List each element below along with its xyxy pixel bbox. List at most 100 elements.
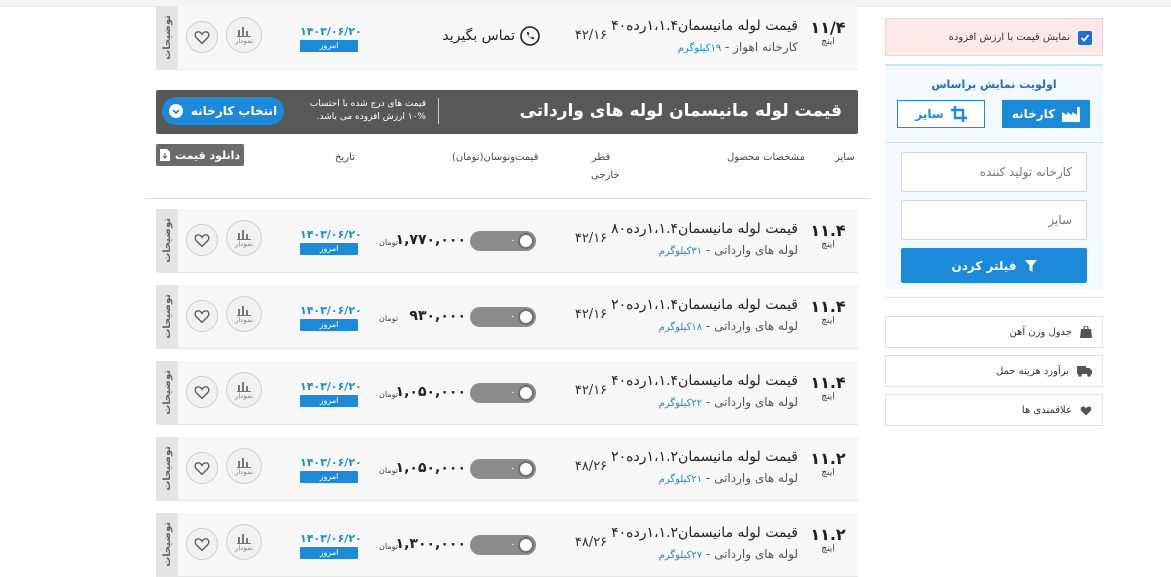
sort-by-factory-button[interactable]: کارخانه <box>1002 100 1090 128</box>
table-row: توضیحات نمودار ۱۴۰۳/۰۶/۲۰ امروز تومان ۹۳… <box>156 285 858 349</box>
favorite-button[interactable] <box>186 452 218 484</box>
col-date: تاریخ <box>335 152 355 163</box>
favorite-button[interactable] <box>186 21 218 53</box>
price-change-toggle[interactable]: ۰ <box>470 307 536 327</box>
toggle-knob <box>518 233 534 249</box>
product-size: ۱۱/۴ اینچ <box>810 18 846 47</box>
shipping-estimate-link[interactable]: برآورد هزینه حمل <box>885 355 1103 387</box>
chart-button[interactable]: نمودار <box>226 524 262 560</box>
chart-label: نمودار <box>234 544 254 552</box>
chart-label: نمودار <box>234 240 254 248</box>
price-date: ۱۴۰۳/۰۶/۲۰ <box>300 380 362 393</box>
check-icon <box>1080 34 1090 42</box>
chart-label: نمودار <box>234 37 254 45</box>
table-row: توضیحات نمودار ۱۴۰۳/۰۶/۲۰ امروز تومان ۱,… <box>156 437 858 501</box>
product-name[interactable]: قیمت لوله مانیسمان۱،۱.۴رده۴۰ <box>611 373 798 389</box>
price-change: ۰ <box>510 539 516 550</box>
product-name[interactable]: قیمت لوله مانیسمان۱،۱.۲رده۲۰ <box>611 449 798 465</box>
heart-icon <box>194 462 210 475</box>
select-factory-button[interactable]: انتخاب کارخانه <box>162 97 284 125</box>
product-subtitle: لوله های وارداتی - ۲۲کیلوگرم <box>658 395 798 409</box>
chart-button[interactable]: نمودار <box>226 448 262 484</box>
table-row: توضیحات نمودار ۱۴۰۳/۰۶/۲۰ امروز تماس بگی… <box>156 6 858 70</box>
favorites-link[interactable]: علاقمندی ها <box>885 394 1103 426</box>
filter-icon <box>1024 259 1037 272</box>
chart-button[interactable]: نمودار <box>226 17 262 53</box>
today-badge: امروز <box>300 547 358 559</box>
factory-name: لوله های وارداتی <box>714 395 798 409</box>
price-value: ۱,۷۷۰,۰۰۰ <box>395 232 466 248</box>
description-tab[interactable]: توضیحات <box>156 513 178 576</box>
chart-button[interactable]: نمودار <box>226 372 262 408</box>
download-file-icon <box>159 149 170 161</box>
favorite-button[interactable] <box>186 224 218 256</box>
today-badge: امروز <box>300 319 358 331</box>
description-tab[interactable]: توضیحات <box>156 437 178 500</box>
bar-chart-icon <box>237 534 251 544</box>
price-change: ۰ <box>510 235 516 246</box>
price-change: ۰ <box>510 463 516 474</box>
price-change: ۰ <box>510 311 516 322</box>
price-change-toggle[interactable]: ۰ <box>470 231 536 251</box>
vat-option[interactable]: نمایش قیمت با ارزش افزوده <box>885 18 1103 56</box>
factory-name: کارخانه اهواز <box>733 40 798 54</box>
product-weight: ۲۱کیلوگرم <box>658 474 703 485</box>
product-name[interactable]: قیمت لوله مانیسمان۱،۱.۴رده۴۰ <box>611 18 798 34</box>
filter-button[interactable]: فیلتر کردن <box>901 248 1087 283</box>
product-subtitle: لوله های وارداتی - ۲۱کیلوگرم <box>658 471 798 485</box>
favorite-button[interactable] <box>186 528 218 560</box>
product-size: ۱۱.۲ اینچ <box>810 525 846 554</box>
favorite-button[interactable] <box>186 300 218 332</box>
divider <box>885 142 1103 143</box>
bar-chart-icon <box>237 27 251 37</box>
product-subtitle: کارخانه اهواز - ۱۹کیلوگرم <box>677 40 798 54</box>
download-price-button[interactable]: دانلود قیمت <box>156 144 244 166</box>
divider <box>885 297 1103 298</box>
price-date: ۱۴۰۳/۰۶/۲۰ <box>300 456 362 469</box>
price-value: ۱,۰۵۰,۰۰۰ <box>395 460 466 476</box>
product-name[interactable]: قیمت لوله مانیسمان۱،۱.۴رده۲۰ <box>611 297 798 313</box>
vat-note: قیمت های درج شده با احتساب ۱۰% ارزش افزو… <box>296 98 439 124</box>
factory-input[interactable] <box>901 152 1087 192</box>
vat-checkbox[interactable] <box>1078 31 1092 45</box>
chevron-down-icon <box>168 104 183 118</box>
bar-chart-icon <box>237 306 251 316</box>
col-diameter: قطر خارجی <box>591 152 620 181</box>
iron-weight-table-link[interactable]: جدول وزن آهن <box>885 316 1103 348</box>
table-header: دانلود قیمت تاریخ قیمت‌ونوسان(تومان) قطر… <box>145 140 870 199</box>
product-name[interactable]: قیمت لوله مانیسمان۱،۱.۲رده۴۰ <box>611 525 798 541</box>
truck-icon <box>1077 365 1092 377</box>
table-title: قیمت لوله مانیسمان لوله های وارداتی <box>519 101 842 121</box>
chart-button[interactable]: نمودار <box>226 296 262 332</box>
price-change-toggle[interactable]: ۰ <box>470 459 536 479</box>
product-subtitle: لوله های وارداتی - ۲۷کیلوگرم <box>658 547 798 561</box>
favorite-button[interactable] <box>186 376 218 408</box>
product-size: ۱۱.۲ اینچ <box>810 449 846 478</box>
col-size: سایز <box>835 152 855 163</box>
bar-chart-icon <box>237 382 251 392</box>
factory-name: لوله های وارداتی <box>714 319 798 333</box>
description-tab[interactable]: توضیحات <box>156 361 178 424</box>
contact-link[interactable]: تماس بگیرید <box>442 26 540 46</box>
description-tab[interactable]: توضیحات <box>156 6 178 69</box>
toggle-knob <box>518 309 534 325</box>
product-subtitle: لوله های وارداتی - ۳۱کیلوگرم <box>658 243 798 257</box>
chart-label: نمودار <box>234 468 254 476</box>
product-weight: ۲۲کیلوگرم <box>658 398 703 409</box>
price-change-toggle[interactable]: ۰ <box>470 535 536 555</box>
toggle-knob <box>518 537 534 553</box>
description-tab[interactable]: توضیحات <box>156 209 178 272</box>
weight-icon <box>1080 326 1092 338</box>
bar-chart-icon <box>237 458 251 468</box>
sort-by-size-button[interactable]: سایز <box>897 100 985 128</box>
price-date: ۱۴۰۳/۰۶/۲۰ <box>300 304 362 317</box>
price-change: ۰ <box>510 387 516 398</box>
product-name[interactable]: قیمت لوله مانیسمان۱،۱.۴رده۸۰ <box>611 221 798 237</box>
description-tab[interactable]: توضیحات <box>156 285 178 348</box>
size-input[interactable] <box>901 200 1087 240</box>
price-change-toggle[interactable]: ۰ <box>470 383 536 403</box>
priority-title: اولویت نمایش براساس <box>931 78 1057 91</box>
chart-label: نمودار <box>234 316 254 324</box>
toggle-knob <box>518 461 534 477</box>
chart-button[interactable]: نمودار <box>226 220 262 256</box>
